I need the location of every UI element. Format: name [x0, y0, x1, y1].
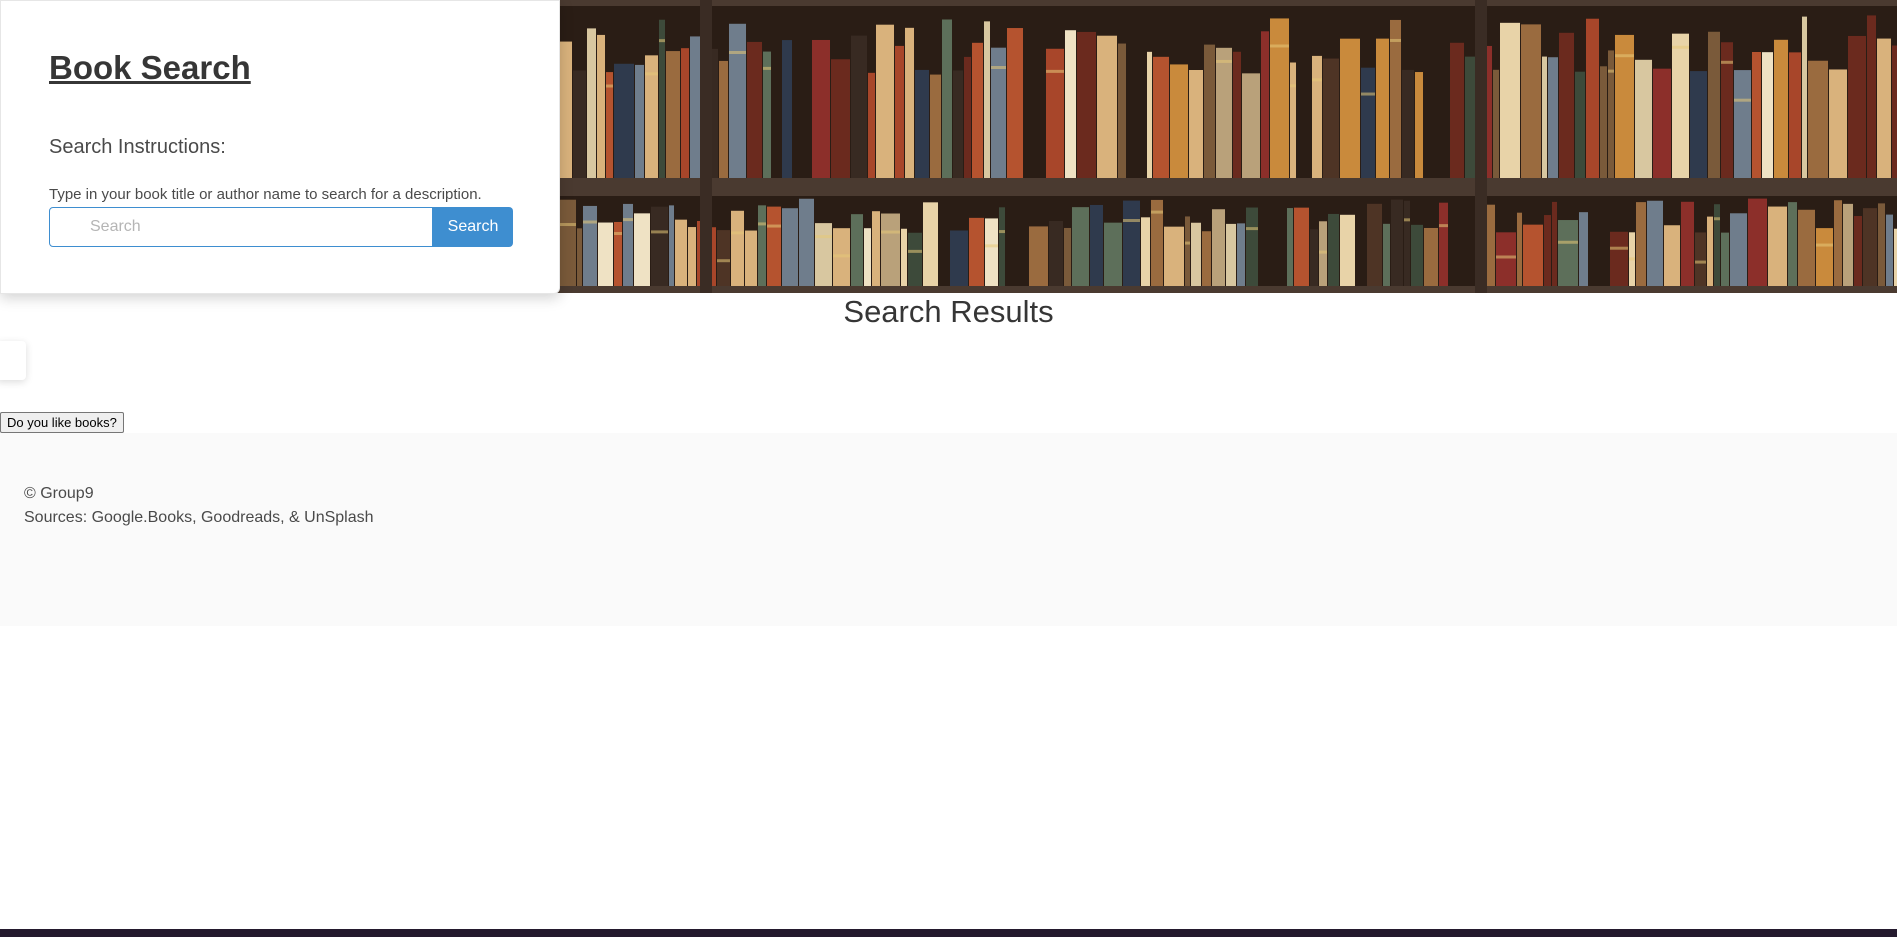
- search-button[interactable]: Search: [433, 207, 513, 247]
- search-card: Book Search Search Instructions: Type in…: [0, 0, 560, 294]
- search-input[interactable]: [49, 207, 433, 247]
- page: Book Search Search Instructions: Type in…: [0, 0, 1897, 937]
- taskbar-edge: [0, 929, 1897, 937]
- footer-sources: Sources: Google.Books, Goodreads, & UnSp…: [24, 509, 374, 526]
- like-books-button[interactable]: Do you like books?: [0, 412, 124, 433]
- instructions-text: Type in your book title or author name t…: [49, 186, 482, 203]
- search-form: Search: [49, 207, 513, 247]
- footer-copyright: © Group9: [24, 485, 94, 502]
- instructions-heading: Search Instructions:: [49, 136, 226, 158]
- footer: © Group9 Sources: Google.Books, Goodread…: [0, 433, 1897, 626]
- results-container: [0, 341, 26, 380]
- page-title[interactable]: Book Search: [49, 49, 251, 87]
- search-results-heading: Search Results: [843, 294, 1054, 329]
